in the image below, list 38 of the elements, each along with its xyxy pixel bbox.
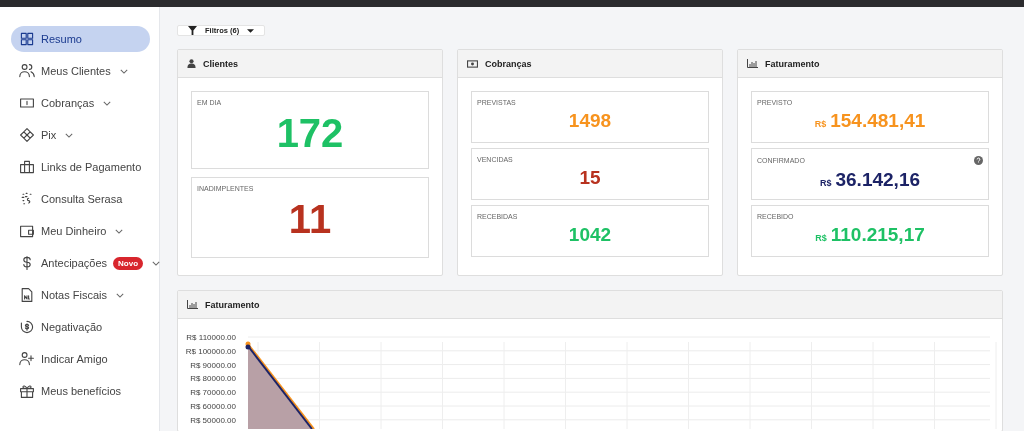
stat-value: 15 — [578, 167, 602, 189]
y-axis-label: R$ 80000.00 — [190, 374, 236, 384]
stat-value: R$ 154.481,41 — [813, 110, 927, 132]
bar-chart-icon — [187, 300, 198, 309]
new-badge: Novo — [113, 256, 144, 270]
card-title: Cobranças — [485, 58, 532, 69]
y-axis-label: R$ 70000.00 — [190, 388, 236, 398]
bar-chart-icon — [747, 59, 758, 68]
sidebar-item[interactable]: Notas Fiscais — [11, 282, 150, 308]
banknote-icon — [467, 59, 478, 68]
stat-value: 11 — [287, 197, 333, 242]
sidebar-item[interactable]: Pix — [11, 122, 150, 148]
card-title: Faturamento — [205, 299, 260, 310]
stat-value: R$ 36.142,16 — [818, 169, 921, 191]
sidebar-item[interactable]: Negativação — [11, 314, 150, 340]
y-axis-label: R$ 100000.00 — [185, 346, 236, 356]
stat-value: R$ 110.215,17 — [814, 224, 926, 246]
y-axis-label: R$ 60000.00 — [190, 402, 236, 411]
stat-value: 1042 — [567, 224, 613, 246]
card-title: Clientes — [203, 58, 238, 69]
person-icon — [187, 59, 196, 68]
sidebar-item[interactable]: Antecipações Novo — [11, 250, 161, 276]
card-title: Faturamento — [765, 58, 820, 69]
sidebar-item[interactable]: Meu Dinheiro — [11, 218, 150, 244]
sidebar-item[interactable]: Resumo — [11, 26, 150, 52]
sidebar-item[interactable]: Indicar Amigo — [11, 346, 150, 372]
filter-icon — [188, 26, 197, 35]
sidebar-item[interactable]: Links de Pagamento — [11, 154, 150, 180]
stat-value: 172 — [275, 111, 345, 156]
sidebar-item[interactable]: Meus Clientes — [11, 58, 150, 84]
sidebar-item[interactable]: Cobranças — [11, 90, 150, 116]
sidebar-item[interactable]: Meus benefícios — [11, 378, 150, 404]
y-axis-label: R$ 90000.00 — [190, 360, 236, 370]
y-axis-label: R$ 110000.00 — [186, 333, 236, 342]
sidebar-item[interactable]: Consulta Serasa — [11, 186, 150, 212]
caret-icon — [247, 28, 255, 33]
y-axis-label: R$ 50000.00 — [190, 415, 236, 425]
stat-value: 1498 — [567, 110, 613, 132]
